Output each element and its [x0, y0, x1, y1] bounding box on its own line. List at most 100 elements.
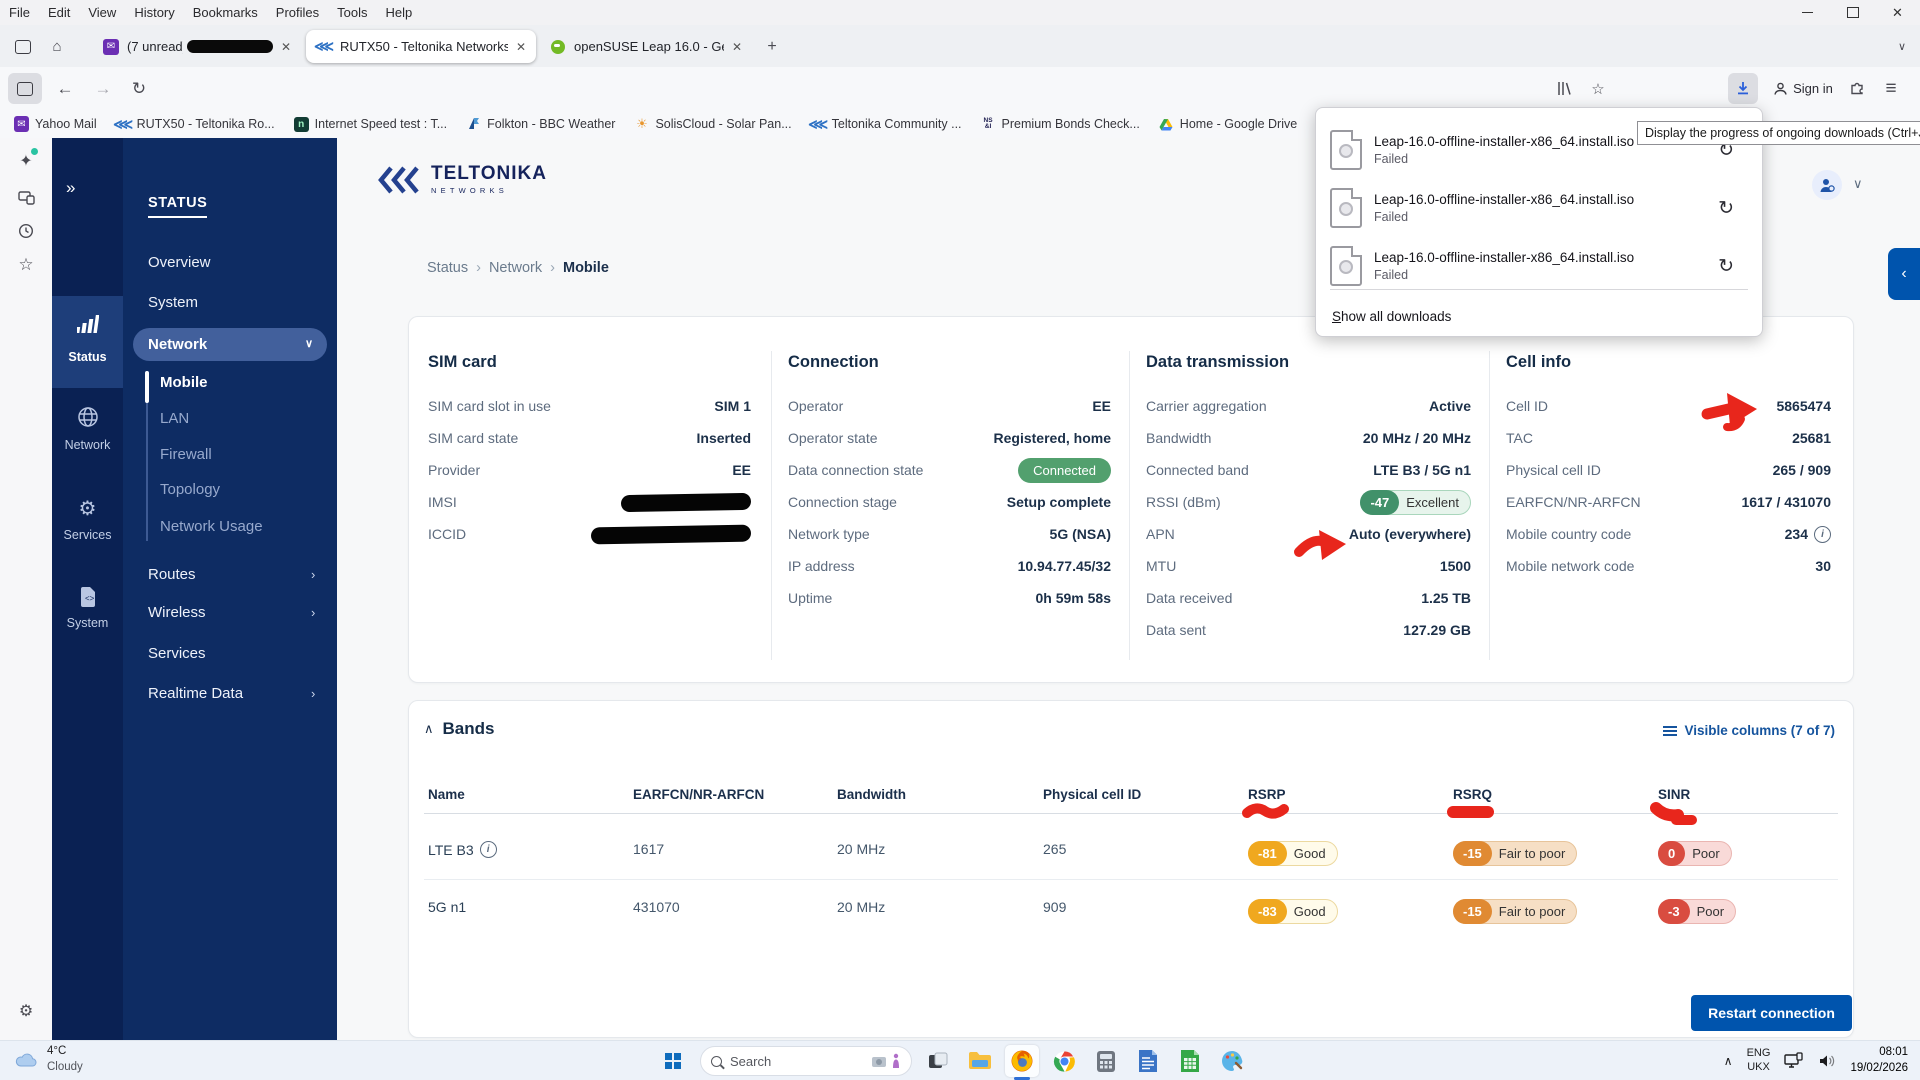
sidebar-toggle-button[interactable]: [8, 73, 42, 104]
calculator-icon[interactable]: [1089, 1045, 1123, 1077]
sidebar-item-system[interactable]: System: [148, 291, 198, 315]
firefox-icon[interactable]: [1005, 1045, 1039, 1077]
tab-3[interactable]: openSUSE Leap 16.0 - Get open✕: [540, 30, 752, 63]
bookmark-item-7[interactable]: NS &I Premium Bonds Check...: [981, 117, 1140, 132]
download-item-3[interactable]: Leap-16.0-offline-installer-x86_64.insta…: [1330, 238, 1748, 294]
bookmarks-star-icon[interactable]: ☆: [0, 250, 52, 280]
sidebar-item-services[interactable]: Services: [148, 642, 206, 666]
column-header-earfcn-nr-arfcn[interactable]: EARFCN/NR-ARFCN: [633, 787, 764, 802]
column-header-rsrq[interactable]: RSRQ: [1453, 787, 1492, 802]
file-explorer-icon[interactable]: [963, 1045, 997, 1077]
menu-view[interactable]: View: [79, 5, 125, 20]
sidebar-item-routes[interactable]: Routes: [148, 563, 196, 587]
bookmark-item-4[interactable]: Folkton - BBC Weather: [466, 117, 615, 132]
breadcrumb-network[interactable]: Network: [489, 260, 542, 276]
retry-download-icon[interactable]: ↻: [1718, 197, 1734, 220]
rail-item-system[interactable]: System: [52, 616, 123, 630]
libreoffice-calc-icon[interactable]: [1173, 1045, 1207, 1077]
menu-file[interactable]: File: [0, 5, 39, 20]
column-header-physical-cell-id[interactable]: Physical cell ID: [1043, 787, 1141, 802]
sidebar-item-firewall[interactable]: Firewall: [160, 443, 212, 467]
bookmark-item-1[interactable]: ✉ Yahoo Mail: [14, 116, 97, 132]
libreoffice-writer-icon[interactable]: [1131, 1045, 1165, 1077]
sidebar-item-wireless[interactable]: Wireless: [148, 601, 206, 625]
extensions-icon[interactable]: [1844, 67, 1870, 110]
column-header-rsrp[interactable]: RSRP: [1248, 787, 1286, 802]
menu-profiles[interactable]: Profiles: [267, 5, 328, 20]
list-all-tabs-icon[interactable]: ∨: [1890, 25, 1914, 68]
rail-item-status[interactable]: Status: [52, 350, 123, 364]
taskbar-search[interactable]: Search: [700, 1046, 912, 1076]
library-icon[interactable]: [1550, 67, 1578, 110]
start-button[interactable]: [656, 1045, 690, 1077]
globe-icon[interactable]: [52, 406, 123, 433]
network-tray-icon[interactable]: [1784, 1052, 1804, 1070]
tab-1[interactable]: ✉ (7 unread) ✕: [93, 30, 301, 63]
bookmark-item-6[interactable]: ⋘ Teltonika Community ...: [808, 116, 961, 132]
signal-bars-icon[interactable]: [52, 314, 123, 339]
sidebar-item-overview[interactable]: Overview: [148, 251, 211, 275]
bookmark-item-8[interactable]: Home - Google Drive: [1159, 117, 1297, 132]
maximize-button[interactable]: [1830, 0, 1875, 25]
language-indicator[interactable]: ENG UKX: [1747, 1047, 1771, 1075]
close-button[interactable]: ✕: [1875, 0, 1920, 25]
info-icon[interactable]: i: [479, 841, 497, 858]
breadcrumb-status[interactable]: Status: [427, 260, 468, 276]
info-icon[interactable]: i: [1814, 525, 1831, 543]
tab-2[interactable]: ⋘ RUTX50 - Teltonika Networks ✕: [306, 30, 536, 63]
ai-chat-icon[interactable]: ✦: [0, 146, 52, 176]
sidebar-item-topology[interactable]: Topology: [160, 478, 220, 502]
account-button[interactable]: [1812, 170, 1842, 200]
bands-header[interactable]: ∧ Bands: [424, 719, 494, 739]
column-header-bandwidth[interactable]: Bandwidth: [837, 787, 906, 802]
bookmark-star-icon[interactable]: ☆: [1584, 67, 1612, 110]
column-header-name[interactable]: Name: [428, 787, 465, 802]
tab-close-icon[interactable]: ✕: [273, 40, 291, 54]
settings-gear-icon[interactable]: ⚙: [0, 996, 52, 1026]
menu-bookmarks[interactable]: Bookmarks: [184, 5, 267, 20]
bookmark-item-3[interactable]: n Internet Speed test : T...: [293, 116, 447, 132]
rail-item-services[interactable]: Services: [52, 528, 123, 542]
collapse-chevron-icon[interactable]: ∧: [424, 721, 434, 737]
restart-connection-button[interactable]: Restart connection: [1691, 995, 1852, 1031]
menu-help[interactable]: Help: [377, 5, 422, 20]
clock-widget[interactable]: 08:01 19/02/2026: [1850, 1045, 1908, 1076]
sidebar-item-mobile[interactable]: Mobile: [160, 371, 208, 395]
sidebar-item-network[interactable]: Network ∨: [133, 328, 327, 361]
menu-edit[interactable]: Edit: [39, 5, 79, 20]
sim-file-icon[interactable]: <>: [52, 586, 123, 613]
volume-icon[interactable]: [1818, 1053, 1836, 1069]
weather-widget[interactable]: 4°C Cloudy: [14, 1044, 83, 1075]
menu-tools[interactable]: Tools: [328, 5, 376, 20]
home-icon[interactable]: ⌂: [42, 25, 72, 68]
history-clock-icon[interactable]: [0, 216, 52, 246]
downloads-button[interactable]: [1728, 73, 1758, 104]
retry-download-icon[interactable]: ↻: [1718, 255, 1734, 278]
bookmark-item-2[interactable]: ⋘ RUTX50 - Teltonika Ro...: [113, 116, 274, 132]
tab-close-icon[interactable]: ✕: [508, 40, 526, 54]
bookmark-item-5[interactable]: ☀ SolisCloud - Solar Pan...: [634, 116, 792, 132]
tray-expand-chevron[interactable]: ∧: [1724, 1054, 1733, 1068]
sign-in-button[interactable]: Sign in: [1764, 67, 1842, 110]
chrome-icon[interactable]: [1047, 1045, 1081, 1077]
tab-close-icon[interactable]: ✕: [724, 40, 742, 54]
visible-columns-button[interactable]: Visible columns (7 of 7): [1663, 723, 1835, 738]
sidebar-item-realtime-data[interactable]: Realtime Data: [148, 682, 243, 706]
hamburger-menu-icon[interactable]: ≡: [1876, 67, 1906, 110]
task-view-icon[interactable]: [921, 1045, 955, 1077]
paint-icon[interactable]: [1215, 1045, 1249, 1077]
minimize-button[interactable]: [1785, 0, 1830, 25]
side-panel-toggle-button[interactable]: ‹: [1888, 248, 1920, 300]
gear-icon[interactable]: ⚙: [52, 496, 123, 521]
new-tab-button[interactable]: +: [758, 25, 786, 68]
column-header-sinr[interactable]: SINR: [1658, 787, 1690, 802]
firefox-view-icon[interactable]: [8, 25, 38, 68]
sidebar-item-network-usage[interactable]: Network Usage: [160, 515, 263, 539]
reload-icon[interactable]: ↻: [124, 67, 154, 110]
back-icon[interactable]: ←: [50, 67, 80, 110]
forward-icon[interactable]: →: [88, 67, 118, 110]
rail-item-network[interactable]: Network: [52, 438, 123, 452]
account-chevron-icon[interactable]: ∨: [1853, 176, 1863, 192]
show-all-downloads-link[interactable]: Show all downloads: [1330, 303, 1453, 330]
synced-tabs-icon[interactable]: [0, 182, 52, 212]
